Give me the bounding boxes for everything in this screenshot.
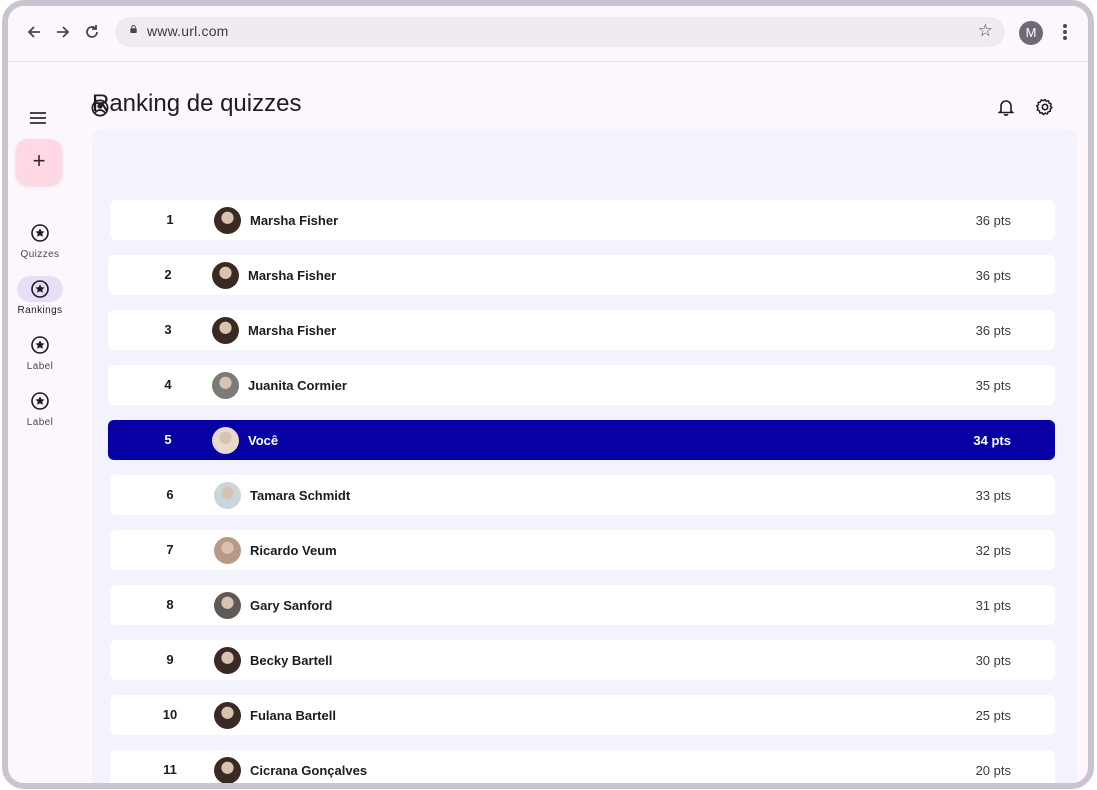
star-icon[interactable]: ☆: [978, 21, 993, 41]
avatar: [214, 207, 241, 234]
rank-number: 2: [164, 267, 172, 282]
player-points: 30 pts: [975, 653, 1011, 668]
lock-icon: [130, 25, 137, 33]
rank-number: 10: [162, 707, 178, 722]
player-name: Fulana Bartell: [250, 708, 336, 723]
player-name: Você: [248, 433, 279, 448]
rail-item-label: Quizzes: [20, 249, 60, 260]
rank-number: 6: [166, 487, 174, 502]
ranking-row[interactable]: 4 Juanita Cormier 35 pts: [108, 365, 1055, 405]
browser-toolbar: www.url.com ☆ M: [8, 6, 1088, 62]
rail-item-label: Label: [26, 417, 54, 428]
player-name: Tamara Schmidt: [250, 488, 351, 503]
avatar: [214, 702, 241, 729]
add-button[interactable]: +: [16, 139, 62, 185]
device-frame: www.url.com ☆ M + Quizzes Rankings Label…: [2, 0, 1094, 789]
player-points: 25 pts: [975, 708, 1011, 723]
player-points: 31 pts: [975, 598, 1011, 613]
rank-number: 8: [166, 597, 174, 612]
avatar: [212, 372, 239, 399]
player-name: Juanita Cormier: [248, 378, 347, 393]
rail-item-label-4[interactable]: Label: [8, 388, 72, 428]
page-title: Ranking de quizzes: [92, 90, 302, 117]
navigation-rail: + Quizzes Rankings Label Label: [8, 62, 88, 783]
ranking-row[interactable]: 8 Gary Sanford 31 pts: [110, 585, 1055, 625]
player-points: 32 pts: [975, 543, 1011, 558]
ranking-row[interactable]: 9 Becky Bartell 30 pts: [110, 640, 1055, 680]
reload-icon[interactable]: [82, 23, 102, 43]
avatar: [212, 317, 239, 344]
player-points: 36 pts: [975, 213, 1011, 228]
avatar: [214, 537, 241, 564]
rail-item-rankings[interactable]: Rankings: [8, 276, 72, 316]
avatar: [214, 757, 241, 783]
ranking-row[interactable]: 5 Você 34 pts: [108, 420, 1055, 460]
rail-item-label-3[interactable]: Label: [8, 332, 72, 372]
ranking-row[interactable]: 6 Tamara Schmidt 33 pts: [110, 475, 1055, 515]
plus-icon: +: [32, 148, 46, 173]
avatar: [214, 647, 241, 674]
ranking-row[interactable]: 1 Marsha Fisher 36 pts: [110, 200, 1055, 240]
player-points: 35 pts: [975, 378, 1011, 393]
rail-item-label: Label: [26, 361, 54, 372]
url-text: www.url.com: [147, 23, 229, 39]
gear-icon[interactable]: [1035, 97, 1055, 117]
ranking-row[interactable]: 7 Ricardo Veum 32 pts: [110, 530, 1055, 570]
star-circle-icon: [31, 392, 49, 410]
rank-number: 11: [163, 762, 177, 777]
player-name: Marsha Fisher: [248, 268, 337, 283]
more-vert-icon[interactable]: [1058, 22, 1072, 44]
arrow-back-icon[interactable]: [24, 23, 44, 43]
avatar: [212, 427, 239, 454]
ranking-row[interactable]: 2 Marsha Fisher 36 pts: [108, 255, 1055, 295]
rank-number: 5: [164, 432, 172, 447]
arrow-forward-icon[interactable]: [53, 23, 73, 43]
player-name: Cicrana Gonçalves: [250, 763, 368, 778]
avatar: [212, 262, 239, 289]
ranking-row[interactable]: 3 Marsha Fisher 36 pts: [108, 310, 1055, 350]
rail-item-label: Rankings: [17, 305, 63, 316]
avatar: [214, 482, 241, 509]
bell-icon[interactable]: [996, 97, 1016, 117]
player-name: Becky Bartell: [250, 653, 333, 668]
rail-item-quizzes[interactable]: Quizzes: [8, 220, 72, 260]
star-circle-icon: [31, 224, 49, 242]
player-points: 20 pts: [975, 763, 1011, 778]
address-bar[interactable]: www.url.com ☆: [115, 17, 1005, 47]
rank-number: 4: [164, 377, 172, 392]
rank-number: 1: [166, 212, 174, 227]
avatar: [214, 592, 241, 619]
ranking-row[interactable]: 11 Cicrana Gonçalves 20 pts: [110, 750, 1055, 783]
hamburger-icon[interactable]: [30, 112, 46, 124]
player-name: Ricardo Veum: [250, 543, 337, 558]
rank-number: 7: [166, 542, 174, 557]
player-name: Gary Sanford: [250, 598, 333, 613]
player-points: 33 pts: [975, 488, 1011, 503]
star-circle-icon: [31, 280, 49, 298]
player-name: Marsha Fisher: [248, 323, 337, 338]
rank-number: 3: [164, 322, 172, 337]
profile-avatar[interactable]: M: [1019, 21, 1043, 45]
ranking-row[interactable]: 10 Fulana Bartell 25 pts: [110, 695, 1055, 735]
player-points: 34 pts: [973, 433, 1011, 448]
star-circle-icon: [31, 336, 49, 354]
player-points: 36 pts: [975, 323, 1011, 338]
player-points: 36 pts: [975, 268, 1011, 283]
rank-number: 9: [166, 652, 174, 667]
player-name: Marsha Fisher: [250, 213, 339, 228]
